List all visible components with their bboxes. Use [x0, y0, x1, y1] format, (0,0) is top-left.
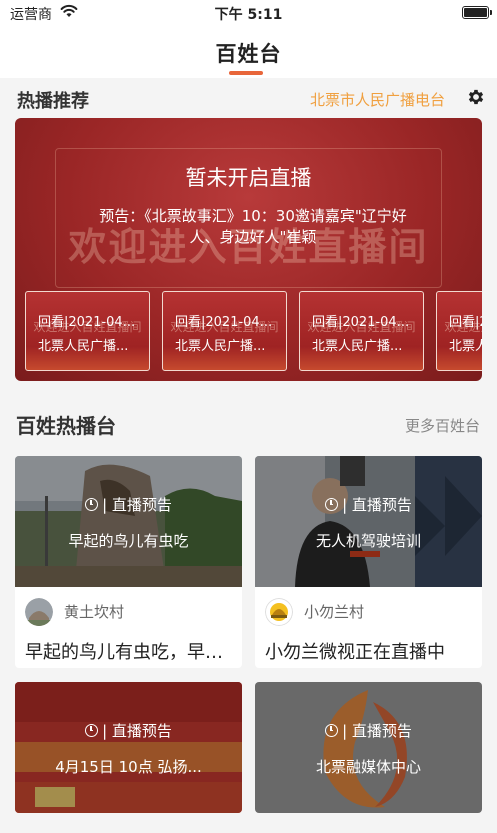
program-card[interactable]: | 直播预告 无人机驾驶培训 小勿兰村 小勿兰微视正在直播中 — [255, 456, 482, 668]
preview-text: 预告：《北票故事汇》10：30邀请嘉宾"辽宁好人、身边好人"崔颖 — [99, 207, 407, 246]
gear-icon[interactable] — [466, 87, 486, 107]
thumbnail-source: 北票人民广播... — [449, 339, 482, 354]
clock-icon — [85, 498, 99, 511]
nav-bar: 百姓台 — [0, 28, 497, 78]
hot-section-title: 热播推荐 — [17, 91, 89, 112]
thumbnail-source: 北票人民广播... — [175, 339, 266, 354]
program-card[interactable]: | 直播预告 北票融媒体中心 — [255, 682, 482, 813]
badge-label: | 直播预告 — [102, 496, 172, 514]
clock-icon — [325, 724, 339, 737]
clock: 下午 5:11 — [214, 7, 283, 23]
replay-thumbnail[interactable]: 欢迎进入百姓直播间 回看|2021-04... 北票人民广播... — [436, 291, 482, 371]
clock-icon — [325, 498, 339, 511]
replay-thumbnail[interactable]: 欢迎进入百姓直播间 回看|2021-04... 北票人民广播... — [162, 291, 287, 371]
title-indicator — [229, 71, 263, 75]
live-preview-badge: | 直播预告 — [255, 494, 482, 515]
card-caption: 早起的鸟儿有虫吃 — [68, 532, 189, 550]
people-section-header: 百姓热播台 更多百姓台 — [0, 405, 497, 445]
thumbnail-date: 回看|2021-04... — [175, 315, 273, 330]
badge-label: | 直播预告 — [342, 722, 412, 740]
clock-icon — [85, 724, 99, 737]
program-card[interactable]: | 直播预告 早起的鸟儿有虫吃 黄土坎村 早起的鸟儿有虫吃，早起的鸟儿有虫吃 — [15, 456, 242, 668]
badge-label: | 直播预告 — [342, 496, 412, 514]
live-preview-badge: | 直播预告 — [15, 720, 242, 741]
more-link[interactable]: 更多百姓台 — [405, 415, 480, 436]
battery-icon — [462, 6, 492, 19]
live-status: 暂未开启直播 — [185, 166, 312, 190]
card-overlay — [15, 456, 242, 587]
replay-thumbnail[interactable]: 欢迎进入百姓直播间 回看|2021-04... 北票人民广播... — [299, 291, 424, 371]
hot-section-header: 热播推荐 北票市人民广播电台 — [0, 78, 497, 118]
thumbnail-date: 回看|2021-04... — [38, 315, 136, 330]
avatar — [265, 598, 293, 626]
thumbnail-source: 北票人民广播... — [38, 339, 129, 354]
replay-thumbnail[interactable]: 欢迎进入百姓直播间 回看|2021-04... 北票人民广播... — [25, 291, 150, 371]
channel-name: 小勿兰村 — [304, 603, 365, 621]
card-caption: 4月15日 10点 弘扬... — [55, 758, 202, 776]
card-overlay — [255, 456, 482, 587]
channel-name: 黄土坎村 — [64, 603, 125, 621]
card-caption: 无人机驾驶培训 — [315, 532, 421, 550]
live-preview-badge: | 直播预告 — [15, 494, 242, 515]
station-link[interactable]: 北票市人民广播电台 — [310, 89, 445, 110]
card-overlay — [15, 682, 242, 813]
card-overlay — [255, 682, 482, 813]
program-card[interactable]: | 直播预告 4月15日 10点 弘扬... — [15, 682, 242, 813]
badge-label: | 直播预告 — [102, 722, 172, 740]
status-bar: 运营商 下午 5:11 — [0, 0, 497, 28]
thumbnail-date: 回看|2021-04... — [449, 315, 482, 330]
live-preview-badge: | 直播预告 — [255, 720, 482, 741]
card-title: 早起的鸟儿有虫吃，早起的鸟儿有虫吃 — [25, 642, 235, 663]
card-caption: 北票融媒体中心 — [315, 758, 421, 776]
people-section-title: 百姓热播台 — [16, 414, 116, 438]
live-banner[interactable]: 欢迎进入百姓直播间 暂未开启直播 预告：《北票故事汇》10：30邀请嘉宾"辽宁好… — [15, 118, 482, 381]
thumbnail-source: 北票人民广播... — [312, 339, 403, 354]
page-title: 百姓台 — [215, 42, 282, 66]
card-title: 小勿兰微视正在直播中 — [265, 642, 445, 663]
avatar — [25, 598, 53, 626]
thumbnail-date: 回看|2021-04... — [312, 315, 410, 330]
replay-thumbnails: 欢迎进入百姓直播间 回看|2021-04... 北票人民广播... 欢迎进入百姓… — [25, 291, 482, 371]
